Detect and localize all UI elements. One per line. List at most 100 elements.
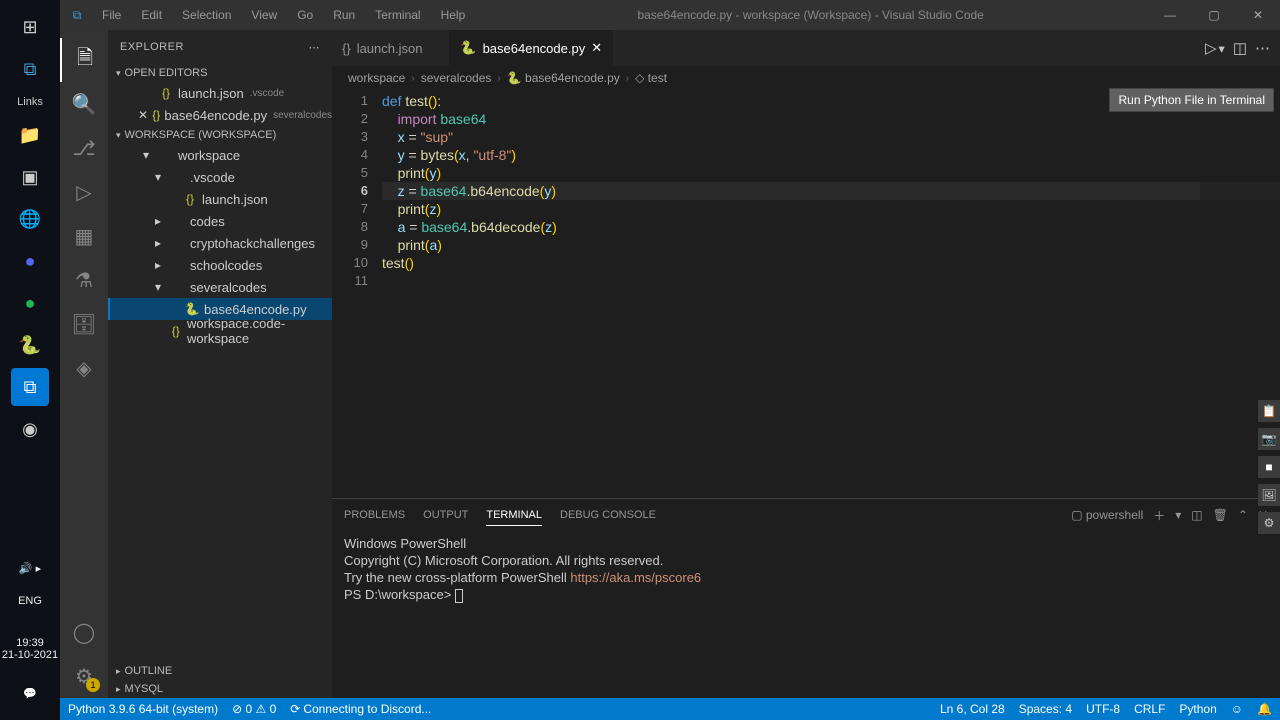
status-bar: Python 3.9.6 64-bit (system) ⊘ 0 ⚠ 0 ⟳ C… xyxy=(60,698,1280,720)
eol-status[interactable]: CRLF xyxy=(1134,702,1165,716)
breadcrumb-item[interactable]: 🐍 base64encode.py xyxy=(507,71,620,85)
record-icon[interactable]: ■ xyxy=(1258,456,1280,478)
minimize-button[interactable]: ― xyxy=(1148,8,1192,22)
tree-item[interactable]: ▸schoolcodes xyxy=(108,254,332,276)
terminal-icon[interactable]: ▣ xyxy=(11,158,49,196)
editor-more-icon[interactable]: ⋯ xyxy=(1255,39,1270,57)
python-icon[interactable]: 🐍 xyxy=(11,326,49,364)
start-button[interactable]: ⊞ xyxy=(11,8,49,46)
split-editor-icon[interactable]: ◫ xyxy=(1233,39,1247,57)
menu-help[interactable]: Help xyxy=(433,4,474,26)
shell-selector[interactable]: ▢ powershell xyxy=(1071,504,1143,526)
settings-icon[interactable]: ⚙ xyxy=(60,654,108,698)
tree-item[interactable]: ▾.vscode xyxy=(108,166,332,188)
bell-icon[interactable]: 🔔 xyxy=(1257,702,1272,716)
menu-file[interactable]: File xyxy=(94,4,129,26)
explorer-title: EXPLORER xyxy=(120,41,184,53)
panel-tab-debug-console[interactable]: DEBUG CONSOLE xyxy=(560,505,656,525)
activity-bar: 🗎 🔍 ⎇ ▷ ▦ ⚗ 🗄 ◈ ◯ ⚙ xyxy=(60,30,108,698)
run-tooltip: Run Python File in Terminal xyxy=(1109,88,1274,112)
open-editor-item[interactable]: ✕{}base64encode.pyseveralcodes xyxy=(108,104,332,126)
gallery-icon[interactable]: 🖼 xyxy=(1258,484,1280,506)
menu-go[interactable]: Go xyxy=(289,4,321,26)
explorer-icon[interactable]: 🗎 xyxy=(60,38,108,82)
folder-icon[interactable]: 📁 xyxy=(11,116,49,154)
menu-run[interactable]: Run xyxy=(325,4,363,26)
workspace-section[interactable]: ▾WORKSPACE (WORKSPACE) xyxy=(108,126,332,144)
editor-tab[interactable]: 🐍base64encode.py✕ xyxy=(450,30,613,66)
obs-icon[interactable]: ◉ xyxy=(11,410,49,448)
vscode-taskbar-icon[interactable]: ⧉ xyxy=(11,368,49,406)
mysql-section[interactable]: ▸MYSQL xyxy=(108,680,332,698)
editor-tab[interactable]: {}launch.json✕ xyxy=(332,30,450,66)
tree-item[interactable]: {}launch.json xyxy=(108,188,332,210)
panel: PROBLEMS OUTPUT TERMINAL DEBUG CONSOLE ▢ po… xyxy=(332,498,1280,698)
discord-icon[interactable]: ● xyxy=(11,242,49,280)
gear-icon[interactable]: ⚙ xyxy=(1258,512,1280,534)
language-status[interactable]: Python xyxy=(1179,702,1216,716)
chrome-icon[interactable]: 🌐 xyxy=(11,200,49,238)
problems-count[interactable]: ⊘ 0 ⚠ 0 xyxy=(232,702,276,716)
open-editor-item[interactable]: {}launch.json.vscode xyxy=(108,82,332,104)
panel-tabs: PROBLEMS OUTPUT TERMINAL DEBUG CONSOLE ▢ po… xyxy=(332,499,1280,531)
spotify-icon[interactable]: ● xyxy=(11,284,49,322)
editor-tabs: {}launch.json✕🐍base64encode.py✕ ▷▾ ◫ ⋯ xyxy=(332,30,1280,66)
search-icon[interactable]: 🔍 xyxy=(60,82,108,126)
windows-taskbar: ⊞ ⧉ Links 📁 ▣ 🌐 ● ● 🐍 ⧉ ◉ 🔊 ▸ ENG 19:39 … xyxy=(0,0,60,720)
python-interpreter[interactable]: Python 3.9.6 64-bit (system) xyxy=(68,702,218,716)
cursor-position[interactable]: Ln 6, Col 28 xyxy=(940,702,1005,716)
debug-icon[interactable]: ▷ xyxy=(60,170,108,214)
breadcrumb-item[interactable]: ◇ test xyxy=(635,71,667,85)
kill-terminal-icon[interactable]: 🗑 xyxy=(1213,504,1228,526)
titlebar: ⧉ FileEditSelectionViewGoRunTerminalHelp… xyxy=(60,0,1280,30)
window-title: base64encode.py - workspace (Workspace) … xyxy=(473,8,1148,22)
tree-item[interactable]: ▾workspace xyxy=(108,144,332,166)
menu-view[interactable]: View xyxy=(243,4,285,26)
close-tab-icon[interactable]: ✕ xyxy=(591,40,602,56)
close-button[interactable]: ✕ xyxy=(1236,8,1280,22)
breadcrumb-item[interactable]: workspace xyxy=(348,71,405,85)
menu-selection[interactable]: Selection xyxy=(174,4,239,26)
breadcrumb-item[interactable]: severalcodes xyxy=(421,71,492,85)
explorer-more-icon[interactable]: ⋯ xyxy=(309,41,321,54)
taskbar-clock[interactable]: 🔊 ▸ ENG 19:39 21-10-2021 💬 xyxy=(2,558,58,720)
panel-tab-terminal[interactable]: TERMINAL xyxy=(486,505,542,526)
indent-status[interactable]: Spaces: 4 xyxy=(1019,702,1072,716)
panel-maximize-icon[interactable]: ⌃ xyxy=(1238,504,1248,526)
links-label: Links xyxy=(17,96,43,108)
menu-terminal[interactable]: Terminal xyxy=(367,4,428,26)
account-icon[interactable]: ◯ xyxy=(60,610,108,654)
scm-icon[interactable]: ⎇ xyxy=(60,126,108,170)
feedback-icon[interactable]: ☺ xyxy=(1231,702,1243,716)
open-editors-section[interactable]: ▾OPEN EDITORS xyxy=(108,64,332,82)
editor-area: {}launch.json✕🐍base64encode.py✕ ▷▾ ◫ ⋯ R… xyxy=(332,30,1280,698)
terminal-output[interactable]: Windows PowerShellCopyright (C) Microsof… xyxy=(332,531,1280,698)
tree-item[interactable]: ▸cryptohackchallenges xyxy=(108,232,332,254)
code-editor[interactable]: 1234567891011 def test(): import base64 … xyxy=(332,90,1280,498)
menu-edit[interactable]: Edit xyxy=(133,4,170,26)
panel-tab-problems[interactable]: PROBLEMS xyxy=(344,505,405,525)
tree-item[interactable]: {}workspace.code-workspace xyxy=(108,320,332,342)
testing-icon[interactable]: ⚗ xyxy=(60,258,108,302)
discord-status[interactable]: ⟳ Connecting to Discord... xyxy=(290,702,431,716)
vscode-window: ⧉ FileEditSelectionViewGoRunTerminalHelp… xyxy=(60,0,1280,720)
tree-item[interactable]: ▾severalcodes xyxy=(108,276,332,298)
split-terminal-icon[interactable]: ◫ xyxy=(1191,504,1202,526)
database-icon[interactable]: 🗄 xyxy=(60,302,108,346)
run-button[interactable]: ▷▾ xyxy=(1205,39,1225,57)
explorer-sidebar: EXPLORER ⋯ ▾OPEN EDITORS {}launch.json.v… xyxy=(108,30,332,698)
new-terminal-icon[interactable]: ＋ xyxy=(1153,503,1165,528)
maximize-button[interactable]: ▢ xyxy=(1192,8,1236,22)
outline-section[interactable]: ▸OUTLINE xyxy=(108,662,332,680)
side-toolbar: 📋 📷 ■ 🖼 ⚙ xyxy=(1258,400,1280,534)
encoding-status[interactable]: UTF-8 xyxy=(1086,702,1120,716)
tree-item[interactable]: ▸codes xyxy=(108,210,332,232)
clipboard-icon[interactable]: 📋 xyxy=(1258,400,1280,422)
extensions-icon[interactable]: ▦ xyxy=(60,214,108,258)
breadcrumb[interactable]: workspace›severalcodes›🐍 base64encode.py… xyxy=(332,66,1280,90)
vscode-icon[interactable]: ⧉ xyxy=(11,50,49,88)
layers-icon[interactable]: ◈ xyxy=(60,346,108,390)
panel-tab-output[interactable]: OUTPUT xyxy=(423,505,468,525)
terminal-dropdown-icon[interactable]: ▾ xyxy=(1175,504,1181,526)
camera-icon[interactable]: 📷 xyxy=(1258,428,1280,450)
